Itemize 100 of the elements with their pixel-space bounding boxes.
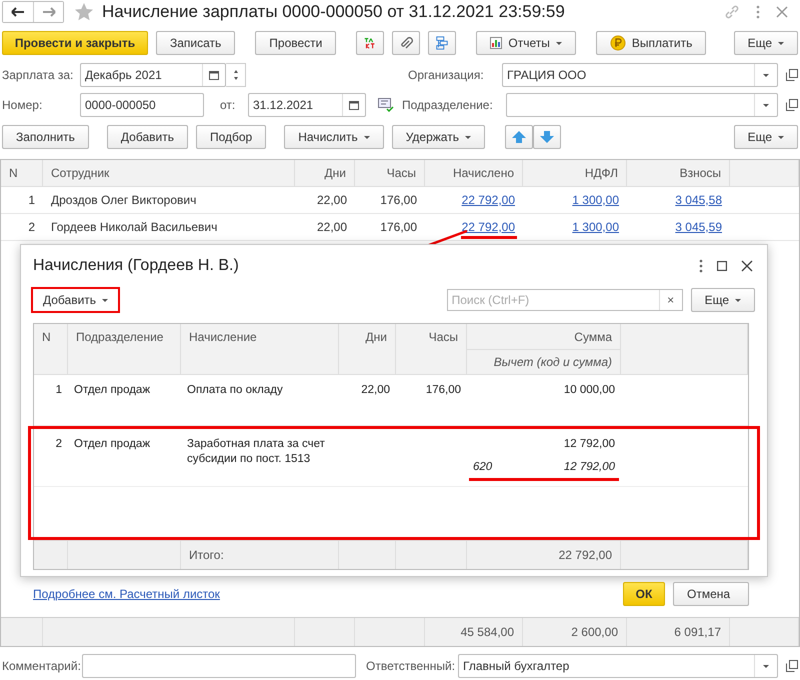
column-header[interactable]: Дни — [295, 160, 355, 186]
table-cell-text: Гордеев Николай Васильевич — [50, 219, 218, 236]
caret-icon — [778, 136, 784, 138]
paperclip-icon — [399, 35, 414, 51]
left-arrow-icon — [11, 7, 25, 17]
column-header[interactable]: N — [34, 324, 68, 374]
fill-button[interactable]: Заполнить — [2, 125, 89, 149]
cancel-button[interactable]: Отмена — [673, 582, 749, 606]
column-header[interactable]: Часы — [396, 324, 467, 374]
calendar-icon — [209, 70, 219, 80]
column-header[interactable]: Начислено — [425, 160, 523, 186]
open-icon[interactable] — [786, 99, 798, 111]
table-cell: Отдел продаж — [74, 383, 150, 398]
attach-button[interactable] — [392, 31, 420, 55]
caret-icon — [778, 42, 784, 44]
debit-credit-button[interactable] — [356, 31, 384, 55]
period-field[interactable]: Декабрь 2021 — [80, 63, 226, 87]
move-up-button[interactable] — [504, 125, 533, 149]
table-cell-text: 1 — [27, 192, 36, 209]
field-label: Зарплата за: — [2, 68, 74, 82]
ok-button[interactable]: ОК — [623, 582, 665, 606]
maximize-icon[interactable] — [717, 261, 727, 271]
spin-button[interactable] — [226, 63, 246, 87]
menu-icon[interactable] — [699, 259, 703, 273]
table-cell-text: 2 — [27, 219, 36, 236]
table-cell-text: 176,00 — [379, 192, 418, 209]
table-cell-text: 10 000,00 — [562, 383, 615, 398]
total-cell: 6 091,17 — [674, 625, 721, 639]
column-header[interactable]: Подразделение — [68, 324, 181, 374]
column-header[interactable]: НДФЛ — [523, 160, 627, 186]
table-cell-text: 176,00 — [379, 219, 418, 236]
clear-button[interactable]: × — [658, 290, 682, 310]
field-label: Ответственный: — [366, 659, 456, 673]
open-icon[interactable] — [786, 660, 798, 672]
search-field[interactable]: Поиск (Ctrl+F) × — [446, 289, 683, 311]
column-header[interactable]: Взносы — [627, 160, 730, 186]
column-header[interactable]: Сотрудник — [43, 160, 295, 186]
caret-icon — [364, 136, 370, 138]
field-label: Организация: — [408, 68, 485, 82]
table-cell-text: 22,00 — [316, 192, 348, 209]
star-icon[interactable] — [74, 2, 94, 22]
debit-credit-icon — [363, 35, 378, 51]
column-header[interactable]: Дни — [339, 324, 396, 374]
coin-icon — [610, 35, 626, 51]
post-button[interactable]: Провести — [255, 31, 336, 55]
payslip-link[interactable]: Подробнее см. Расчетный листок — [33, 587, 220, 601]
withhold-button[interactable]: Удержать — [392, 125, 485, 149]
column-header[interactable]: Часы — [355, 160, 425, 186]
table-cell: 2 — [56, 437, 62, 452]
amount-link[interactable]: 3 045,58 — [675, 193, 722, 207]
table-cell: 22,00 — [361, 383, 390, 398]
accrue-button[interactable]: Начислить — [284, 125, 384, 149]
field-label: Комментарий: — [2, 659, 82, 673]
table-cell: 620 — [473, 460, 492, 475]
column-header[interactable]: Вычет (код и сумма) — [467, 349, 620, 374]
structure-button[interactable] — [428, 31, 456, 55]
total-cell: 2 600,00 — [571, 625, 618, 639]
more-button[interactable]: Еще — [734, 125, 798, 149]
comment-field[interactable] — [82, 654, 356, 678]
more-button[interactable]: Еще — [734, 31, 798, 55]
amount-link[interactable]: 22 792,00 — [462, 193, 515, 207]
reports-button[interactable]: Отчеты — [476, 31, 576, 55]
pick-button[interactable]: Подбор — [196, 125, 266, 149]
dialog-title: Начисления (Гордеев Н. В.) — [33, 257, 239, 275]
amount-link[interactable]: 1 300,00 — [572, 220, 619, 234]
table-cell: Отдел продаж — [74, 437, 150, 452]
save-button[interactable]: Записать — [156, 31, 236, 55]
table-cell: 1 — [56, 383, 62, 398]
amount-link[interactable]: 3 045,59 — [675, 220, 722, 234]
comment-icon[interactable] — [378, 98, 394, 112]
responsible-field[interactable]: Главный бухгалтер — [458, 654, 778, 678]
field-label: Подразделение: — [402, 98, 494, 112]
underline-mark — [461, 236, 517, 239]
amount-link[interactable]: 22 792,00 — [462, 220, 515, 234]
move-down-button[interactable] — [532, 125, 561, 149]
total-cell: 22 792,00 — [558, 548, 612, 562]
caret-icon — [735, 298, 741, 302]
amount-link[interactable]: 1 300,00 — [572, 193, 619, 207]
column-header[interactable]: Начисление — [181, 324, 339, 374]
calendar-icon — [349, 100, 359, 110]
more-button[interactable]: Еще — [690, 288, 755, 312]
open-icon[interactable] — [786, 69, 798, 81]
table-cell-text: 22,00 — [316, 219, 348, 236]
caret-icon — [102, 298, 108, 302]
date-field[interactable]: 31.12.2021 — [248, 93, 366, 117]
column-header[interactable]: N — [1, 160, 43, 186]
close-icon[interactable] — [741, 260, 753, 272]
organization-field[interactable]: ГРАЦИЯ ООО — [502, 63, 778, 87]
table-cell: 176,00 — [426, 383, 461, 398]
pay-button[interactable]: Выплатить — [596, 31, 706, 55]
menu-icon[interactable] — [756, 5, 760, 19]
up-arrow-icon — [512, 131, 526, 143]
window-title: Начисление зарплаты 0000-000050 от 31.12.2021 23:59:59 — [102, 2, 565, 22]
post-and-close-button[interactable]: Провести и закрыть — [2, 31, 148, 55]
column-header[interactable]: Сумма — [467, 324, 620, 349]
total-label: Итого: — [189, 548, 224, 562]
number-field[interactable]: 0000-000050 — [80, 93, 204, 117]
add-button[interactable]: Добавить — [106, 125, 188, 149]
table-cell: 12 792,00 — [564, 460, 615, 475]
department-field[interactable] — [506, 93, 778, 117]
